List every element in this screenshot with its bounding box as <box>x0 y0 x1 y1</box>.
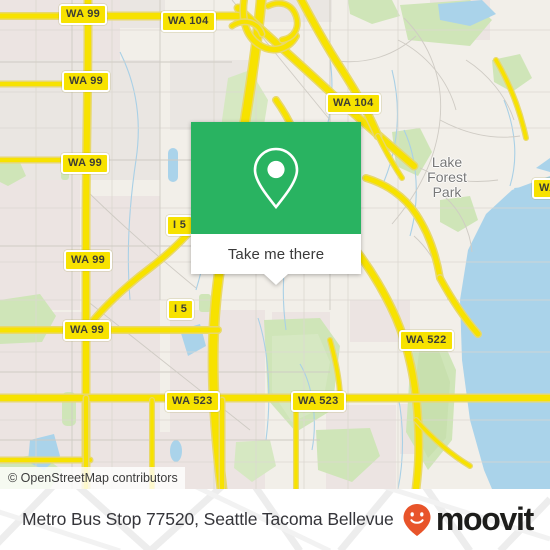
take-me-there-label: Take me there <box>227 245 325 263</box>
shield-wa-99-bottom[interactable]: WA 99 <box>63 320 112 341</box>
moovit-smiley-pin-icon <box>403 503 431 536</box>
shield-wa-104-top[interactable]: WA 104 <box>161 11 216 32</box>
page-title: Metro Bus Stop 77520, Seattle Tacoma Bel… <box>22 509 394 529</box>
callout-action[interactable]: Take me there <box>191 234 361 285</box>
moovit-wordmark: moovit <box>435 500 534 537</box>
place-label-lake-forest-park: Lake Forest Park <box>427 154 467 200</box>
shield-wa-523-right[interactable]: WA 523 <box>291 391 346 412</box>
osm-attribution-text: © OpenStreetMap contributors <box>8 471 178 485</box>
shield-wa-99-upper[interactable]: WA 99 <box>62 71 111 92</box>
shield-i5-upper[interactable]: I 5 <box>166 215 194 236</box>
shield-wa-99-mid[interactable]: WA 99 <box>61 153 110 174</box>
shield-wa-523-left[interactable]: WA 523 <box>165 391 220 412</box>
osm-attribution[interactable]: © OpenStreetMap contributors <box>0 467 185 489</box>
shield-wa-99-top[interactable]: WA 99 <box>59 4 108 25</box>
map-screenshot: .land { fill:#f2efe9; } .urban { fill:#e… <box>0 0 550 550</box>
map-pin-icon <box>253 147 299 210</box>
callout-header <box>191 122 361 234</box>
shield-wa-99-lower[interactable]: WA 99 <box>64 250 113 271</box>
moovit-brand[interactable]: moovit <box>402 489 534 550</box>
callout-pointer <box>264 274 288 285</box>
shield-wa-right-edge[interactable]: WA <box>532 178 550 199</box>
map-callout-popup[interactable]: Take me there <box>191 122 361 285</box>
shield-wa-522[interactable]: WA 522 <box>399 330 454 351</box>
shield-i5-lower[interactable]: I 5 <box>167 299 195 320</box>
shield-wa-104-mid[interactable]: WA 104 <box>326 93 381 114</box>
footer-bar: Metro Bus Stop 77520, Seattle Tacoma Bel… <box>0 489 550 550</box>
map-canvas[interactable]: .land { fill:#f2efe9; } .urban { fill:#e… <box>0 0 550 489</box>
